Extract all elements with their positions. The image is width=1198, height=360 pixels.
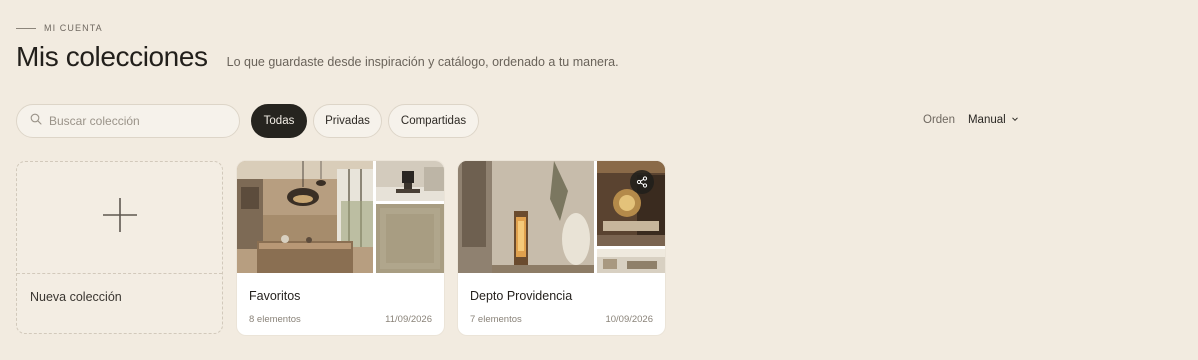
collection-cover-mosaic bbox=[237, 161, 444, 273]
new-collection-card[interactable]: Nueva colección bbox=[16, 161, 223, 334]
order-label: Orden bbox=[923, 114, 955, 126]
search-input[interactable] bbox=[49, 114, 219, 128]
filter-todas[interactable]: Todas bbox=[251, 104, 307, 138]
eyebrow-rule bbox=[16, 27, 36, 29]
plus-icon bbox=[102, 197, 138, 238]
cover-image-room bbox=[597, 249, 665, 273]
page-subtitle: Lo que guardaste desde inspiración y cat… bbox=[226, 55, 619, 69]
collection-meta: 8 elementos 11/09/2026 bbox=[249, 314, 432, 325]
cover-image-lamp bbox=[376, 161, 444, 201]
new-collection-label: Nueva colección bbox=[30, 290, 122, 304]
page-title: Mis colecciones bbox=[16, 41, 208, 72]
order-select[interactable]: Manual bbox=[968, 114, 1019, 126]
title-row: Mis colecciones Lo que guardaste desde i… bbox=[16, 41, 619, 73]
breadcrumb: MI CUENTA bbox=[16, 23, 103, 33]
collection-name: Depto Providencia bbox=[470, 289, 573, 303]
share-icon bbox=[636, 176, 648, 188]
cover-image-wood-lamp bbox=[458, 161, 594, 273]
eyebrow-label: MI CUENTA bbox=[44, 23, 103, 33]
collection-meta: 7 elementos 10/09/2026 bbox=[470, 314, 653, 325]
new-collection-plus-area bbox=[17, 162, 222, 274]
collection-card-favoritos[interactable]: Favoritos 8 elementos 11/09/2026 bbox=[237, 161, 444, 335]
filter-privadas[interactable]: Privadas bbox=[313, 104, 382, 138]
collection-name: Favoritos bbox=[249, 289, 301, 303]
cover-image-kitchen bbox=[237, 161, 373, 273]
order-control: Orden Manual bbox=[923, 114, 1019, 126]
filter-compartidas[interactable]: Compartidas bbox=[388, 104, 479, 138]
collection-count: 7 elementos bbox=[470, 314, 522, 325]
order-value: Manual bbox=[967, 114, 1006, 126]
collection-date: 11/09/2026 bbox=[385, 314, 432, 325]
cover-image-fabric bbox=[376, 204, 444, 273]
collection-date: 10/09/2026 bbox=[605, 314, 653, 325]
collection-card-depto-providencia[interactable]: Depto Providencia 7 elementos 10/09/2026 bbox=[458, 161, 665, 335]
cover-image-interior bbox=[597, 161, 665, 246]
collections-page: MI CUENTA Mis colecciones Lo que guardas… bbox=[0, 0, 1198, 360]
chevron-down-icon bbox=[1011, 114, 1019, 126]
collection-cover-mosaic bbox=[458, 161, 665, 273]
share-button[interactable] bbox=[630, 170, 654, 194]
collection-count: 8 elementos bbox=[249, 314, 301, 325]
search-box[interactable] bbox=[16, 104, 240, 138]
search-icon bbox=[30, 112, 42, 130]
